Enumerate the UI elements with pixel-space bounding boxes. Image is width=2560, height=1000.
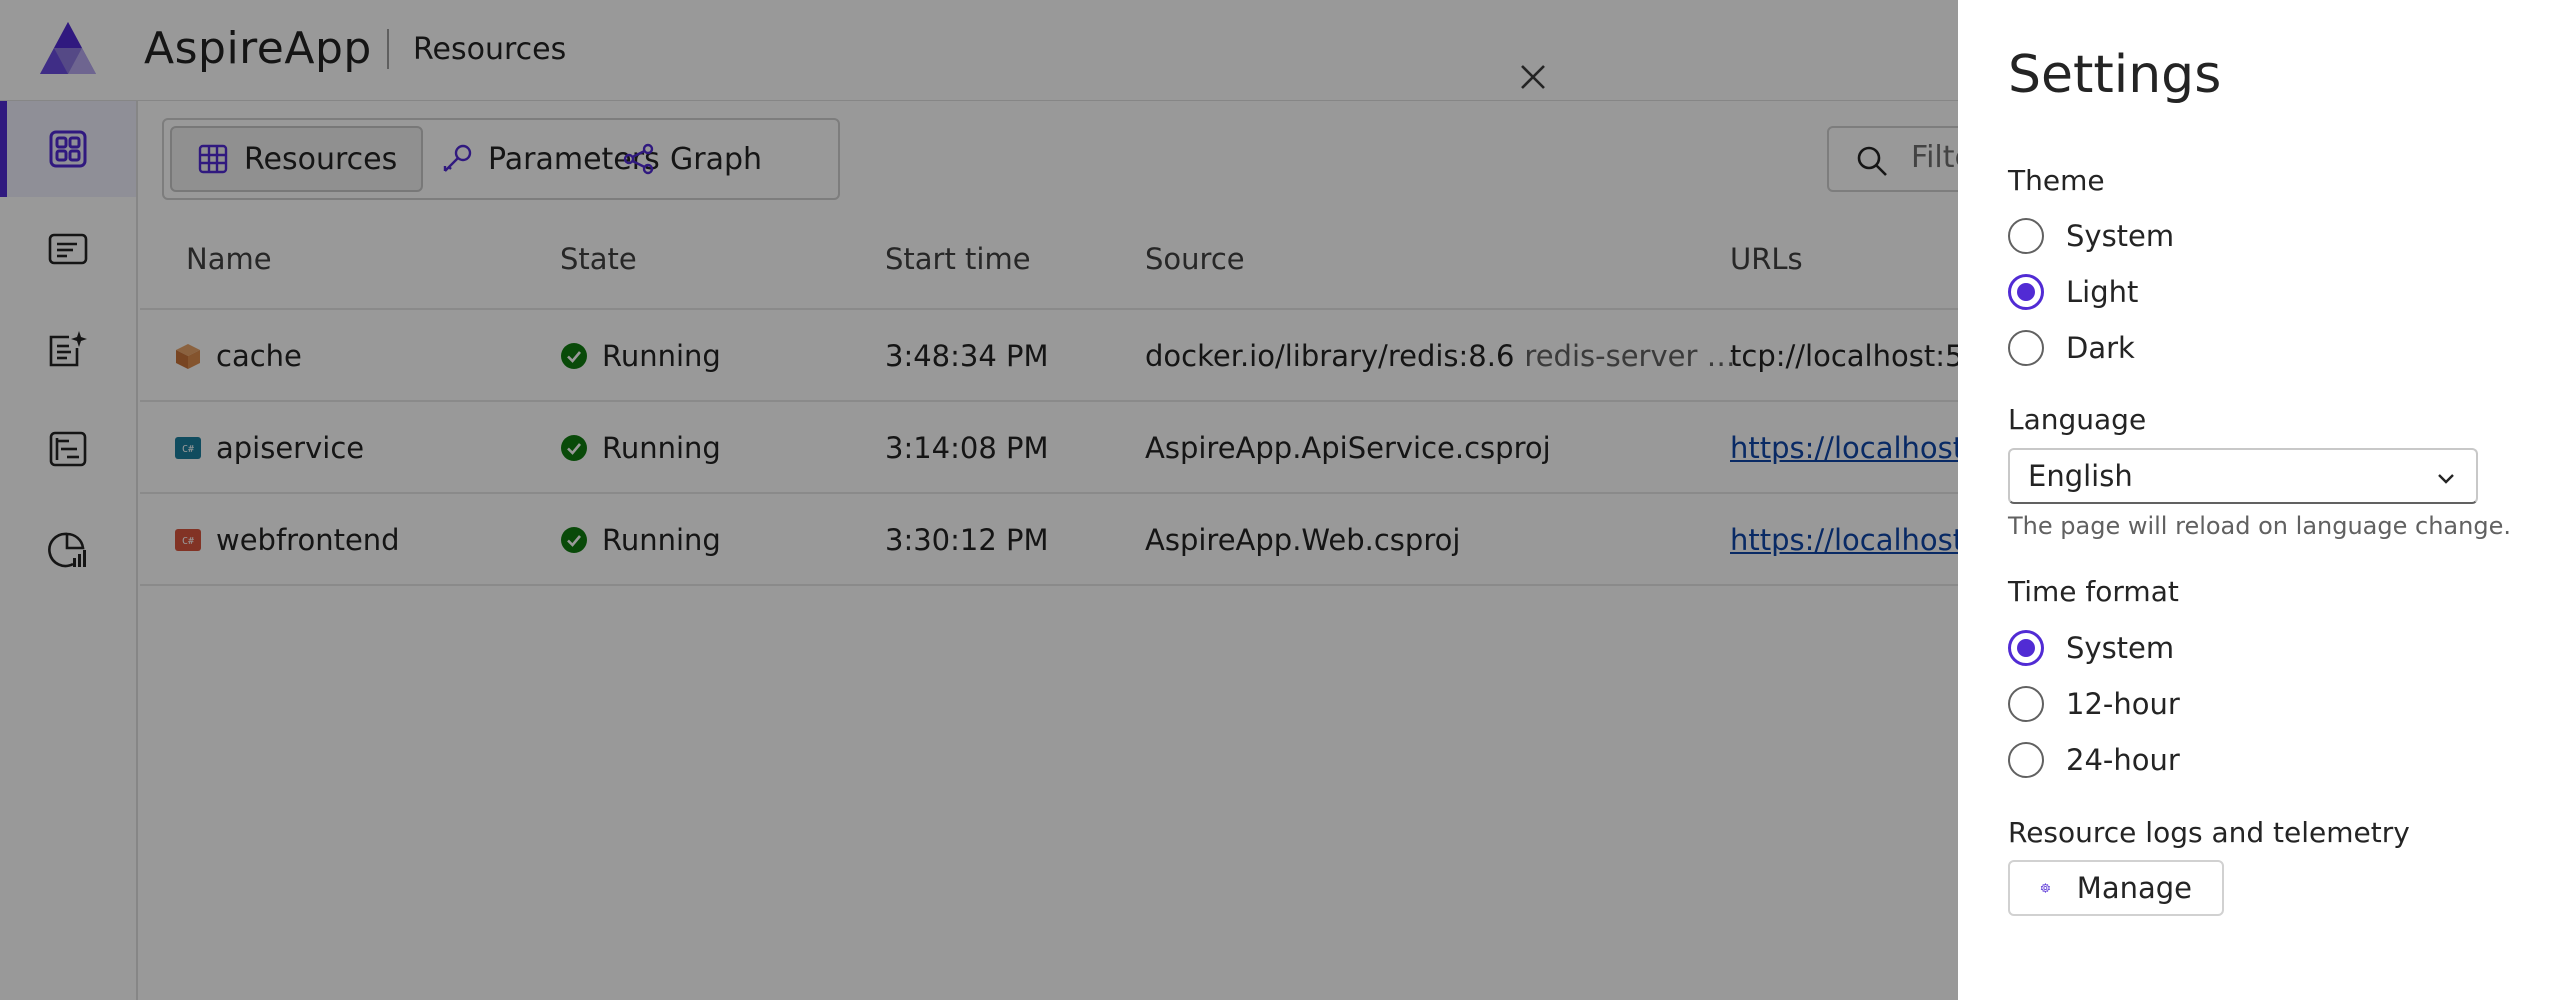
- radio-label: System: [2066, 219, 2175, 253]
- gear-icon: [2040, 882, 2051, 894]
- radio-label: System: [2066, 631, 2175, 665]
- radio-indicator: [2008, 330, 2044, 366]
- close-settings-button[interactable]: [1508, 52, 1558, 102]
- settings-panel: Settings Theme System Light Dark Languag…: [1958, 0, 2560, 1000]
- time-format-option-system[interactable]: System: [2008, 625, 2174, 671]
- theme-option-system[interactable]: System: [2008, 213, 2174, 259]
- radio-indicator: [2008, 218, 2044, 254]
- radio-label: 24-hour: [2066, 743, 2180, 777]
- time-format-option-24-hour[interactable]: 24-hour: [2008, 737, 2180, 783]
- theme-option-dark[interactable]: Dark: [2008, 325, 2135, 371]
- radio-indicator: [2008, 630, 2044, 666]
- manage-telemetry-button[interactable]: Manage: [2008, 860, 2224, 916]
- radio-label: Light: [2066, 275, 2139, 309]
- time-format-option-12-hour[interactable]: 12-hour: [2008, 681, 2180, 727]
- radio-indicator: [2008, 686, 2044, 722]
- language-label: Language: [2008, 403, 2147, 436]
- settings-title: Settings: [2008, 45, 2222, 105]
- language-helper-text: The page will reload on language change.: [2008, 512, 2511, 540]
- theme-label: Theme: [2008, 164, 2105, 197]
- time-format-label: Time format: [2008, 575, 2179, 608]
- language-value: English: [2028, 459, 2133, 493]
- manage-button-label: Manage: [2076, 871, 2192, 905]
- radio-indicator: [2008, 742, 2044, 778]
- theme-option-light[interactable]: Light: [2008, 269, 2138, 315]
- radio-label: 12-hour: [2066, 687, 2180, 721]
- radio-indicator: [2008, 274, 2044, 310]
- close-icon: [1521, 65, 1545, 89]
- telemetry-label: Resource logs and telemetry: [2008, 816, 2410, 849]
- radio-label: Dark: [2066, 331, 2135, 365]
- language-select[interactable]: English: [2008, 448, 2478, 504]
- chevron-down-icon: [2438, 474, 2454, 484]
- modal-backdrop[interactable]: [0, 0, 1958, 1000]
